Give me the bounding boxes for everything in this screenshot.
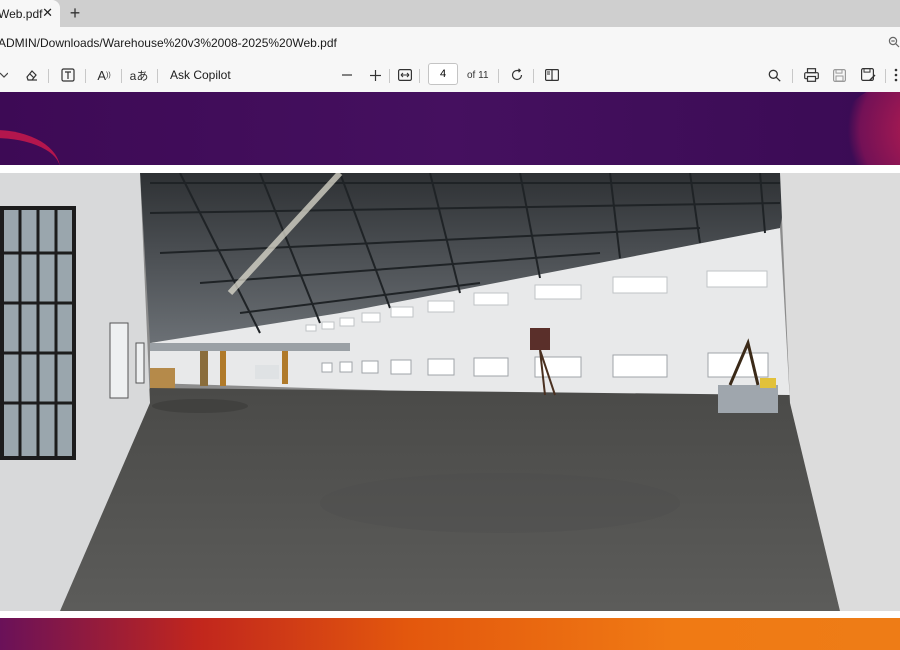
page-number-input[interactable] [428, 63, 458, 85]
translate-icon[interactable]: aあ [128, 58, 150, 92]
toolbar-divider [48, 69, 49, 83]
toolbar-divider [157, 69, 158, 83]
toolbar-divider [389, 69, 390, 83]
toolbar-divider [533, 69, 534, 83]
pdf-page [0, 92, 900, 650]
chevron-down-icon[interactable] [0, 58, 10, 92]
banner-swoosh [835, 92, 900, 165]
url-text[interactable]: ADMIN/Downloads/Warehouse%20v3%2008-2025… [0, 36, 337, 50]
fit-to-width-icon[interactable] [395, 58, 415, 92]
toolbar-divider [498, 69, 499, 83]
save-as-icon[interactable] [857, 58, 879, 92]
text-box-icon[interactable] [58, 58, 78, 92]
search-icon[interactable] [764, 58, 784, 92]
page-count-label: of 11 [467, 70, 489, 81]
zoom-in-icon[interactable] [366, 58, 384, 92]
toolbar-divider [85, 69, 86, 83]
zoom-icon[interactable] [888, 35, 900, 49]
ask-copilot-button[interactable]: Ask Copilot [170, 68, 231, 82]
close-tab-icon[interactable]: ✕ [42, 5, 53, 21]
rotate-icon[interactable] [507, 58, 527, 92]
warehouse-photo [0, 173, 900, 611]
more-options-icon[interactable] [892, 58, 900, 92]
browser-tab[interactable]: Web.pdf ✕ [0, 0, 60, 27]
page-view-icon[interactable] [542, 58, 562, 92]
save-icon[interactable] [829, 58, 849, 92]
page-footer-banner [0, 618, 900, 650]
toolbar-divider [792, 69, 793, 83]
print-icon[interactable] [801, 58, 821, 92]
pdf-toolbar: A)) aあ Ask Copilot of 11 [0, 58, 900, 93]
tab-title: Web.pdf [0, 6, 43, 21]
page-header-banner [0, 92, 900, 165]
zoom-out-icon[interactable] [338, 58, 356, 92]
eraser-icon[interactable] [22, 58, 42, 92]
warehouse-image [0, 173, 900, 611]
toolbar-divider [121, 69, 122, 83]
toolbar-divider [885, 69, 886, 83]
new-tab-button[interactable]: + [65, 2, 85, 24]
toolbar-divider [419, 69, 420, 83]
tab-strip: Web.pdf ✕ + [0, 0, 900, 27]
address-bar[interactable]: ADMIN/Downloads/Warehouse%20v3%2008-2025… [0, 27, 900, 59]
banner-swoosh [0, 130, 60, 165]
read-aloud-icon[interactable]: A)) [94, 58, 114, 92]
